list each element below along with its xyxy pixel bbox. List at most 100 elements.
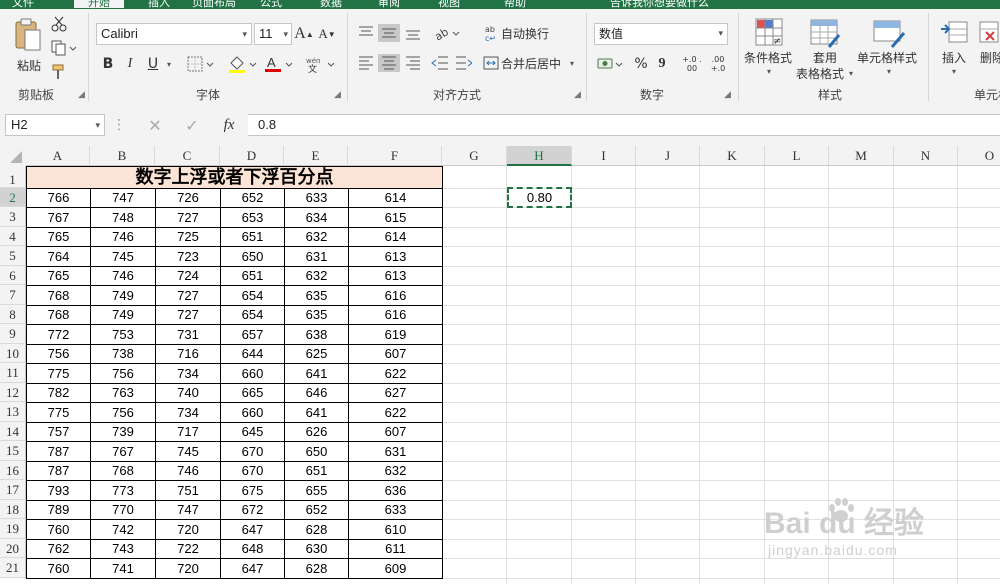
conditional-formatting-button[interactable]: 条件格式 (742, 49, 794, 65)
tab-home[interactable]: 开始 (74, 0, 124, 9)
data-cell[interactable]: 746 (90, 227, 156, 247)
data-cell[interactable]: 740 (155, 383, 221, 403)
data-cell[interactable]: 747 (90, 188, 156, 208)
data-cell[interactable]: 746 (155, 461, 221, 481)
merge-dropdown-icon[interactable]: ▾ (567, 53, 577, 73)
format-painter-icon[interactable] (50, 63, 68, 81)
data-cell[interactable]: 725 (155, 227, 221, 247)
underline-dropdown-icon[interactable]: ▾ (164, 53, 174, 75)
border-button[interactable] (186, 53, 216, 75)
data-cell[interactable]: 616 (348, 285, 443, 306)
vertical-align-icons[interactable] (356, 23, 426, 43)
row-header-18[interactable]: 18 (0, 500, 26, 519)
data-cell[interactable]: 760 (26, 558, 91, 579)
formula-input[interactable]: 0.8 (248, 114, 1000, 136)
data-cell[interactable]: 660 (220, 402, 285, 423)
row-header-6[interactable]: 6 (0, 266, 26, 285)
data-cell[interactable]: 724 (155, 266, 221, 286)
chevron-down-icon[interactable]: ▾ (949, 65, 959, 77)
data-cell[interactable]: 614 (348, 188, 443, 208)
data-cell[interactable]: 670 (220, 441, 285, 462)
data-cell[interactable]: 650 (284, 441, 349, 462)
tab-view[interactable]: 视图 (438, 0, 460, 9)
data-cell[interactable]: 716 (155, 344, 221, 364)
data-cell[interactable]: 765 (26, 227, 91, 247)
data-cell[interactable]: 651 (284, 461, 349, 481)
paste-button[interactable] (10, 15, 46, 55)
row-header-21[interactable]: 21 (0, 558, 26, 578)
data-cell[interactable]: 652 (284, 500, 349, 520)
row-header-7[interactable]: 7 (0, 285, 26, 305)
data-cell[interactable]: 631 (348, 441, 443, 462)
data-cell[interactable]: 756 (90, 402, 156, 423)
wrap-text-button[interactable]: 自动换行 (501, 23, 555, 43)
row-header-20[interactable]: 20 (0, 539, 26, 558)
row-header-5[interactable]: 5 (0, 246, 26, 266)
data-cell[interactable]: 762 (26, 539, 91, 559)
data-cell[interactable]: 787 (26, 461, 91, 481)
data-cell[interactable]: 765 (26, 266, 91, 286)
data-cell[interactable]: 745 (155, 441, 221, 462)
data-cell[interactable]: 720 (155, 558, 221, 579)
row-header-2[interactable]: 2 (0, 188, 26, 207)
data-cell[interactable]: 632 (284, 266, 349, 286)
data-cell[interactable]: 720 (155, 519, 221, 540)
data-cell[interactable]: 633 (348, 500, 443, 520)
data-cell[interactable]: 757 (26, 422, 91, 442)
data-cell[interactable]: 768 (90, 461, 156, 481)
data-cell[interactable]: 638 (284, 324, 349, 345)
data-cell[interactable]: 768 (26, 305, 91, 325)
column-header-f[interactable]: F (348, 146, 442, 166)
row-header-10[interactable]: 10 (0, 344, 26, 363)
percent-button[interactable]: % (632, 53, 650, 75)
number-format-select[interactable]: 数值 ▾ (594, 23, 728, 45)
data-cell[interactable]: 630 (284, 539, 349, 559)
data-cell[interactable]: 627 (348, 383, 443, 403)
data-cell[interactable]: 610 (348, 519, 443, 540)
data-cell[interactable]: 727 (155, 207, 221, 228)
tab-data[interactable]: 数据 (320, 0, 342, 9)
data-cell[interactable]: 731 (155, 324, 221, 345)
data-cell[interactable]: 625 (284, 344, 349, 364)
shrink-font-button[interactable]: A ▼ (318, 23, 336, 45)
column-header-d[interactable]: D (220, 146, 284, 166)
data-cell[interactable]: 613 (348, 246, 443, 267)
data-cell[interactable]: 647 (220, 558, 285, 579)
row-header-11[interactable]: 11 (0, 363, 26, 383)
data-cell[interactable]: 654 (220, 285, 285, 306)
data-cell[interactable]: 611 (348, 539, 443, 559)
data-cell[interactable]: 768 (26, 285, 91, 306)
data-cell[interactable]: 727 (155, 305, 221, 325)
data-cell[interactable]: 657 (220, 324, 285, 345)
data-cell[interactable]: 614 (348, 227, 443, 247)
data-cell[interactable]: 789 (26, 500, 91, 520)
font-color-button[interactable]: A (262, 53, 296, 75)
row-header-16[interactable]: 16 (0, 461, 26, 480)
data-cell[interactable]: 632 (284, 227, 349, 247)
data-cell[interactable]: 763 (90, 383, 156, 403)
data-cell[interactable]: 775 (26, 363, 91, 384)
data-cell[interactable]: 723 (155, 246, 221, 267)
tell-me-box[interactable]: 告诉我你想要做什么 (610, 0, 709, 9)
italic-button[interactable]: I (120, 53, 140, 75)
comma-style-button[interactable]: 9 (654, 53, 670, 75)
accounting-format-button[interactable] (596, 53, 626, 75)
data-cell[interactable]: 634 (284, 207, 349, 228)
row-header-13[interactable]: 13 (0, 402, 26, 422)
data-cell[interactable]: 753 (90, 324, 156, 345)
data-cell[interactable]: 675 (220, 480, 285, 501)
data-cell[interactable]: 648 (220, 539, 285, 559)
data-cell[interactable]: 787 (26, 441, 91, 462)
data-cell[interactable]: 613 (348, 266, 443, 286)
data-cell[interactable]: 734 (155, 363, 221, 384)
data-cell[interactable]: 626 (284, 422, 349, 442)
data-cell[interactable]: 632 (348, 461, 443, 481)
row-header-12[interactable]: 12 (0, 383, 26, 402)
increase-decimal-button[interactable]: +.0 .00 (680, 53, 704, 75)
data-cell[interactable]: 633 (284, 188, 349, 208)
select-all-corner[interactable] (0, 146, 26, 166)
data-cell[interactable]: 767 (90, 441, 156, 462)
data-cell[interactable]: 644 (220, 344, 285, 364)
row-header-19[interactable]: 19 (0, 519, 26, 539)
column-header-n[interactable]: N (894, 146, 958, 166)
